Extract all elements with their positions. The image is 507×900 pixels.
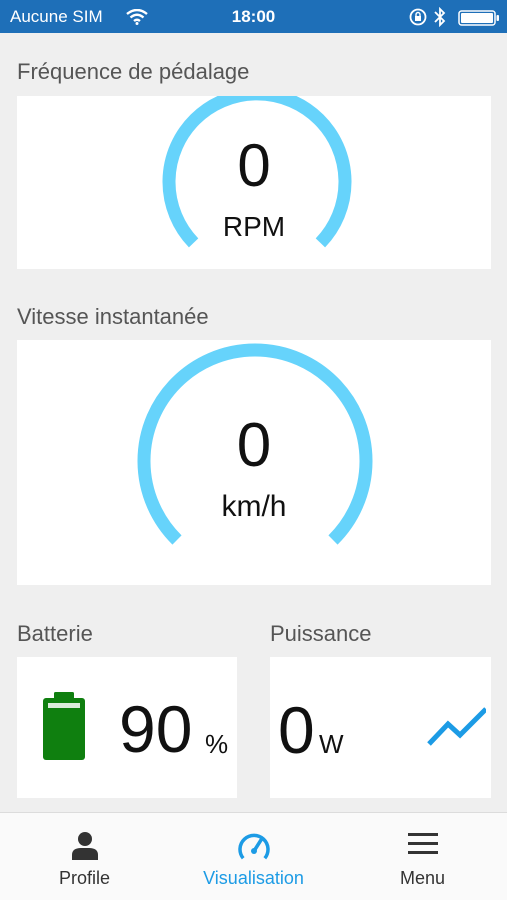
speed-label: Vitesse instantanée [17, 304, 209, 329]
cadence-value: 0 [237, 132, 271, 199]
rotation-lock-icon [408, 8, 428, 31]
battery-card: 90 % [17, 657, 237, 798]
tab-menu[interactable]: Menu [338, 813, 507, 900]
status-time: 18:00 [231, 7, 276, 26]
cadence-unit: RPM [222, 211, 286, 242]
chart-trend-icon[interactable] [426, 707, 486, 747]
tab-bar: Profile Visualisation Menu [0, 812, 507, 900]
tab-visualisation[interactable]: Visualisation [169, 813, 338, 900]
battery-label: Batterie [17, 621, 93, 646]
person-icon [71, 832, 98, 860]
power-unit: W [319, 729, 344, 759]
cadence-card: 0 RPM [17, 96, 491, 269]
battery-value: 90 [119, 692, 193, 766]
tab-menu-label: Menu [399, 868, 446, 888]
battery-status-icon [458, 10, 500, 31]
speed-card: 0 km/h [17, 340, 491, 585]
speed-unit: km/h [221, 490, 287, 523]
tab-visualisation-label: Visualisation [203, 868, 304, 888]
power-card: 0 W [270, 657, 491, 798]
power-value: 0 [278, 693, 315, 767]
tab-profile[interactable]: Profile [0, 813, 169, 900]
status-bar: Aucune SIM 18:00 [0, 0, 507, 33]
battery-icon [43, 692, 85, 760]
speedometer-icon [237, 833, 270, 860]
hamburger-icon [407, 833, 438, 854]
battery-unit: % [205, 729, 229, 759]
cadence-label: Fréquence de pédalage [17, 59, 250, 84]
power-label: Puissance [270, 621, 372, 646]
bluetooth-icon [434, 6, 446, 32]
speed-value: 0 [236, 411, 272, 480]
tab-profile-label: Profile [58, 868, 111, 888]
